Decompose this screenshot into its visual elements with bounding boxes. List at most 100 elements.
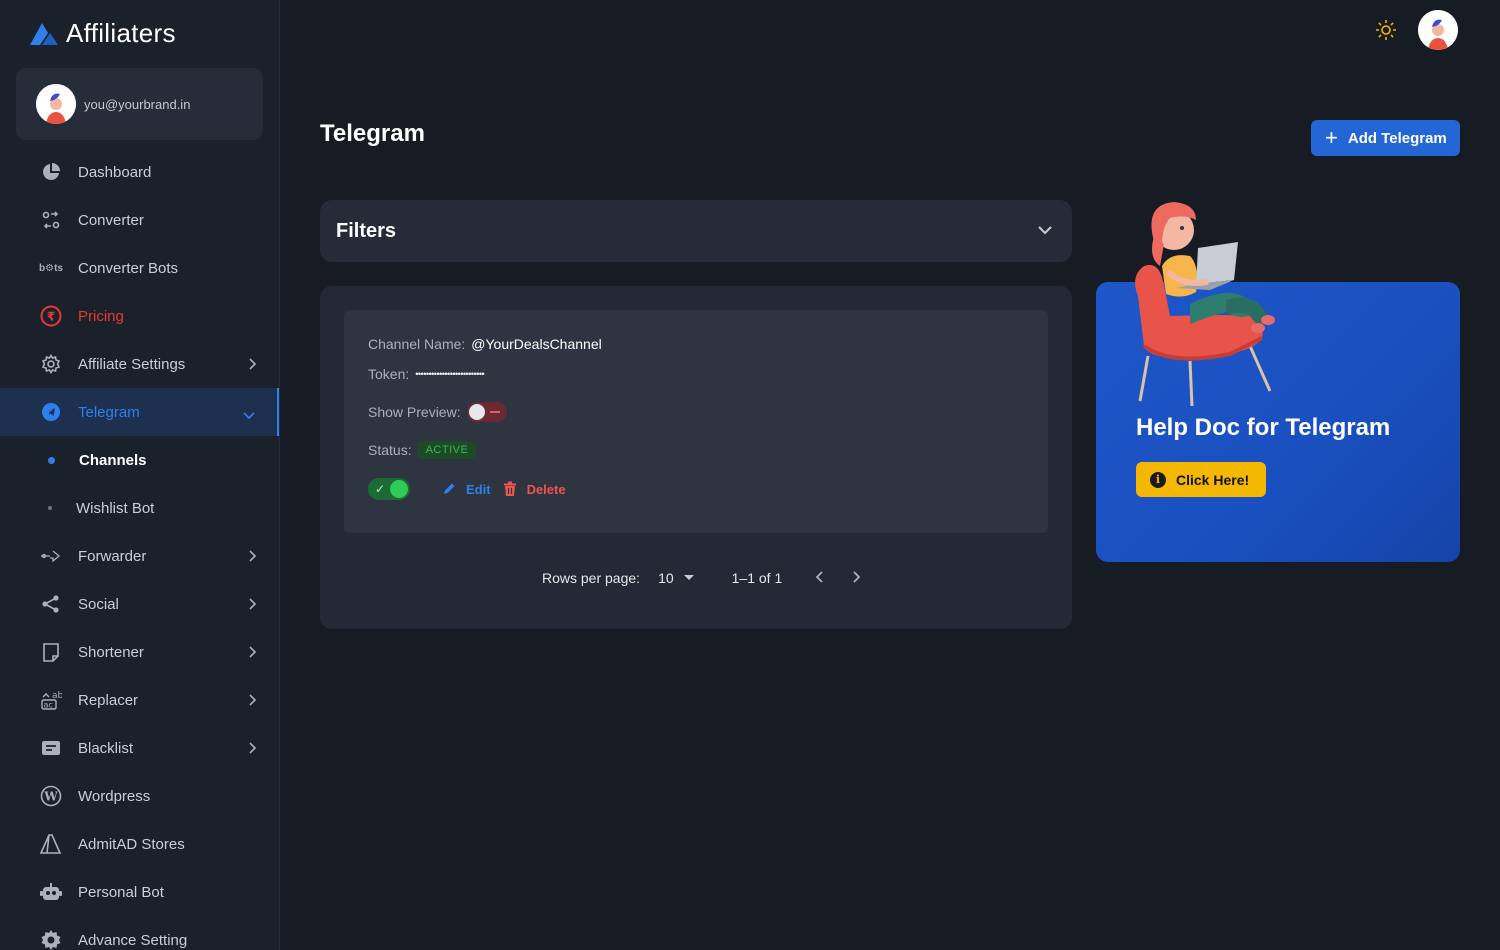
sidebar-item-telegram[interactable]: Telegram [0, 388, 279, 436]
actions-row: ✓ Edit Delete [368, 478, 566, 500]
help-click-here-button[interactable]: i Click Here! [1136, 462, 1266, 497]
filters-accordion[interactable]: Filters [320, 200, 1072, 262]
edit-label: Edit [466, 481, 491, 497]
gear-filled-icon [40, 929, 62, 950]
sidebar-item-blacklist[interactable]: Blacklist [0, 724, 279, 772]
add-telegram-label: Add Telegram [1347, 129, 1447, 147]
toggle-knob [468, 404, 485, 420]
chevron-right-icon [248, 645, 257, 662]
sidebar-item-label: Wishlist Bot [76, 499, 155, 517]
help-button-label: Click Here! [1176, 471, 1250, 488]
minus-icon [489, 411, 500, 413]
chevron-right-icon [248, 549, 257, 566]
delete-button[interactable]: Delete [503, 481, 566, 497]
sidebar-item-pricing[interactable]: ₹ Pricing [0, 292, 279, 340]
sidebar-item-label: Channels [79, 451, 147, 469]
sidebar-item-affiliate-settings[interactable]: Affiliate Settings [0, 340, 279, 388]
info-icon: i [1150, 471, 1166, 488]
user-email: you@yourbrand.in [84, 96, 191, 112]
user-card[interactable]: you@yourbrand.in [16, 68, 263, 140]
sidebar-item-label: Affiliate Settings [78, 355, 186, 373]
robot-icon [40, 881, 62, 903]
sidebar-item-forwarder[interactable]: Forwarder [0, 532, 279, 580]
chevron-right-icon [853, 571, 861, 583]
token-label: Token: [368, 366, 410, 382]
woman-with-laptop-illustration [1130, 196, 1290, 407]
prev-page-button[interactable] [815, 570, 824, 586]
chevron-down-icon [243, 407, 255, 424]
edit-button[interactable]: Edit [442, 482, 491, 497]
channel-enabled-toggle[interactable]: ✓ [368, 478, 410, 500]
show-preview-toggle[interactable] [466, 402, 507, 422]
sidebar-item-converter[interactable]: Converter [0, 196, 279, 244]
replace-icon: abac [40, 689, 62, 711]
bots-icon: b⚙ts [39, 262, 63, 274]
sidebar-item-label: Forwarder [78, 547, 147, 565]
caret-down-icon [683, 575, 694, 580]
rows-per-page-label: Rows per page: [542, 570, 641, 586]
converter-icon [40, 209, 62, 231]
sidebar-item-label: Advance Setting [78, 931, 188, 949]
svg-text:₹: ₹ [47, 310, 55, 324]
channel-card: Channel Name: @YourDealsChannel Token: •… [344, 310, 1048, 533]
channel-name-value: @YourDealsChannel [471, 336, 602, 352]
page-range: 1–1 of 1 [731, 570, 783, 586]
sidebar-subitem-wishlist-bot[interactable]: Wishlist Bot [0, 484, 279, 532]
sidebar-item-social[interactable]: Social [0, 580, 279, 628]
sidebar-item-replacer[interactable]: abac Replacer [0, 676, 279, 724]
plus-icon: + [1325, 125, 1338, 150]
sidebar-item-converter-bots[interactable]: b⚙ts Converter Bots [0, 244, 279, 292]
chevron-right-icon [248, 597, 257, 614]
sidebar-item-shortener[interactable]: Shortener [0, 628, 279, 676]
channel-name-label: Channel Name: [368, 336, 466, 352]
toggle-knob [390, 480, 408, 498]
show-preview-row: Show Preview: [368, 402, 507, 422]
sidebar-item-admitad-stores[interactable]: AdmitAD Stores [0, 820, 279, 868]
rupee-icon: ₹ [40, 305, 62, 327]
blacklist-icon [40, 737, 62, 759]
sidebar-item-personal-bot[interactable]: Personal Bot [0, 868, 279, 916]
wordpress-icon: W [40, 785, 62, 807]
brand-logo[interactable]: Affiliaters [28, 18, 176, 49]
theme-toggle-sun-icon[interactable] [1374, 18, 1398, 42]
profile-avatar[interactable] [1418, 10, 1458, 50]
chevron-down-icon [1038, 222, 1052, 240]
sidebar: Affiliaters you@yourbrand.in Dashboard C… [0, 0, 280, 950]
share-icon [40, 593, 62, 615]
svg-text:ac: ac [44, 701, 53, 710]
avatar [36, 84, 76, 124]
chevron-right-icon [248, 693, 257, 710]
sidebar-item-label: Replacer [78, 691, 139, 709]
next-page-button[interactable] [852, 570, 861, 586]
channel-list-panel: Channel Name: @YourDealsChannel Token: •… [320, 286, 1072, 629]
sidebar-item-label: AdmitAD Stores [78, 835, 185, 853]
sidebar-item-dashboard[interactable]: Dashboard [0, 148, 279, 196]
bullet-icon [48, 456, 55, 464]
token-row: Token: •••••••••••••••••••••••••• [368, 366, 485, 382]
channel-name-row: Channel Name: @YourDealsChannel [368, 336, 602, 352]
sidebar-item-label: Converter [78, 211, 144, 229]
sidebar-subitem-channels[interactable]: Channels [0, 436, 279, 484]
status-label: Status: [368, 442, 412, 458]
add-telegram-button[interactable]: + Add Telegram [1311, 120, 1460, 156]
sidebar-item-wordpress[interactable]: W Wordpress [0, 772, 279, 820]
pagination: Rows per page: 10 1–1 of 1 [542, 570, 861, 586]
status-row: Status: ACTIVE [368, 441, 477, 459]
bullet-icon [48, 506, 52, 510]
gear-icon [40, 353, 62, 375]
chevron-right-icon [248, 741, 257, 758]
check-icon: ✓ [375, 482, 386, 496]
svg-text:W: W [43, 790, 58, 804]
forward-icon [40, 545, 62, 567]
sidebar-item-label: Converter Bots [78, 259, 179, 277]
sidebar-item-label: Personal Bot [78, 883, 164, 901]
sidebar-item-label: Wordpress [78, 787, 151, 805]
sidebar-item-label: Dashboard [78, 163, 152, 181]
sidebar-item-advance-setting[interactable]: Advance Setting [0, 916, 279, 950]
brand-name: Affiliaters [66, 18, 176, 48]
rows-per-page-select[interactable]: 10 [658, 570, 694, 586]
sidebar-item-label: Pricing [78, 307, 124, 325]
sidebar-nav: Dashboard Converter b⚙ts Converter Bots … [0, 148, 279, 950]
sidebar-item-label: Social [78, 595, 119, 613]
token-value: •••••••••••••••••••••••••• [415, 369, 485, 379]
